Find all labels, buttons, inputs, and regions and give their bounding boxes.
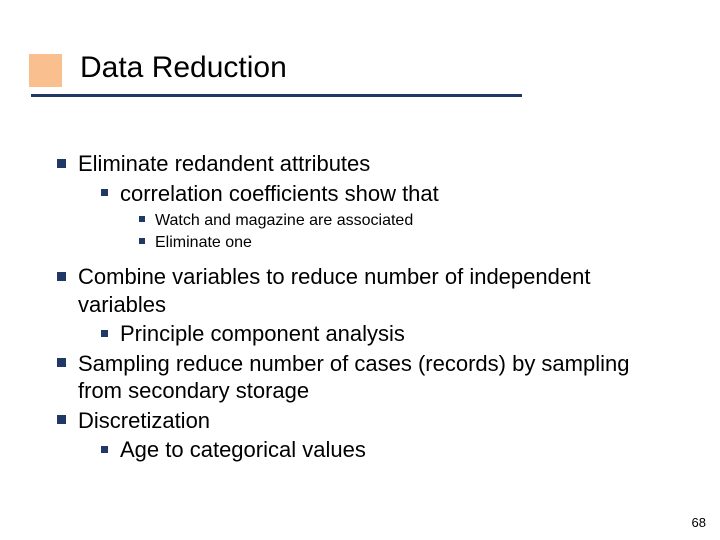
bullet-text: Principle component analysis bbox=[120, 320, 667, 348]
bullet-icon bbox=[139, 233, 155, 253]
bullet-text: Age to categorical values bbox=[120, 436, 667, 464]
bullet-icon bbox=[57, 350, 78, 378]
bullet-text: Eliminate redandent attributes bbox=[78, 150, 667, 178]
bullet-icon bbox=[57, 263, 78, 291]
bullet-l2: Age to categorical values bbox=[101, 436, 667, 464]
bullet-text: Discretization bbox=[78, 407, 667, 435]
title-underline bbox=[31, 94, 522, 97]
bullet-text: Watch and magazine are associated bbox=[155, 211, 667, 231]
bullet-l1: Discretization bbox=[57, 407, 667, 435]
bullet-text: Eliminate one bbox=[155, 233, 667, 253]
page-number: 68 bbox=[692, 515, 706, 530]
slide-title: Data Reduction bbox=[80, 51, 287, 85]
bullet-icon bbox=[57, 407, 78, 435]
bullet-text: Sampling reduce number of cases (records… bbox=[78, 350, 667, 405]
bullet-l1: Combine variables to reduce number of in… bbox=[57, 263, 667, 318]
bullet-l3: Watch and magazine are associated bbox=[139, 211, 667, 231]
slide: Data Reduction Eliminate redandent attri… bbox=[0, 0, 720, 540]
bullet-l2: correlation coefficients show that bbox=[101, 180, 667, 208]
bullet-icon bbox=[101, 180, 120, 208]
accent-square bbox=[29, 54, 62, 87]
bullet-text: Combine variables to reduce number of in… bbox=[78, 263, 667, 318]
bullet-icon bbox=[57, 150, 78, 178]
bullet-text: correlation coefficients show that bbox=[120, 180, 667, 208]
bullet-l1: Eliminate redandent attributes bbox=[57, 150, 667, 178]
bullet-icon bbox=[139, 211, 155, 231]
bullet-icon bbox=[101, 320, 120, 348]
bullet-l2: Principle component analysis bbox=[101, 320, 667, 348]
bullet-l1: Sampling reduce number of cases (records… bbox=[57, 350, 667, 405]
content-body: Eliminate redandent attributes correlati… bbox=[57, 150, 667, 466]
bullet-icon bbox=[101, 436, 120, 464]
bullet-l3: Eliminate one bbox=[139, 233, 667, 253]
